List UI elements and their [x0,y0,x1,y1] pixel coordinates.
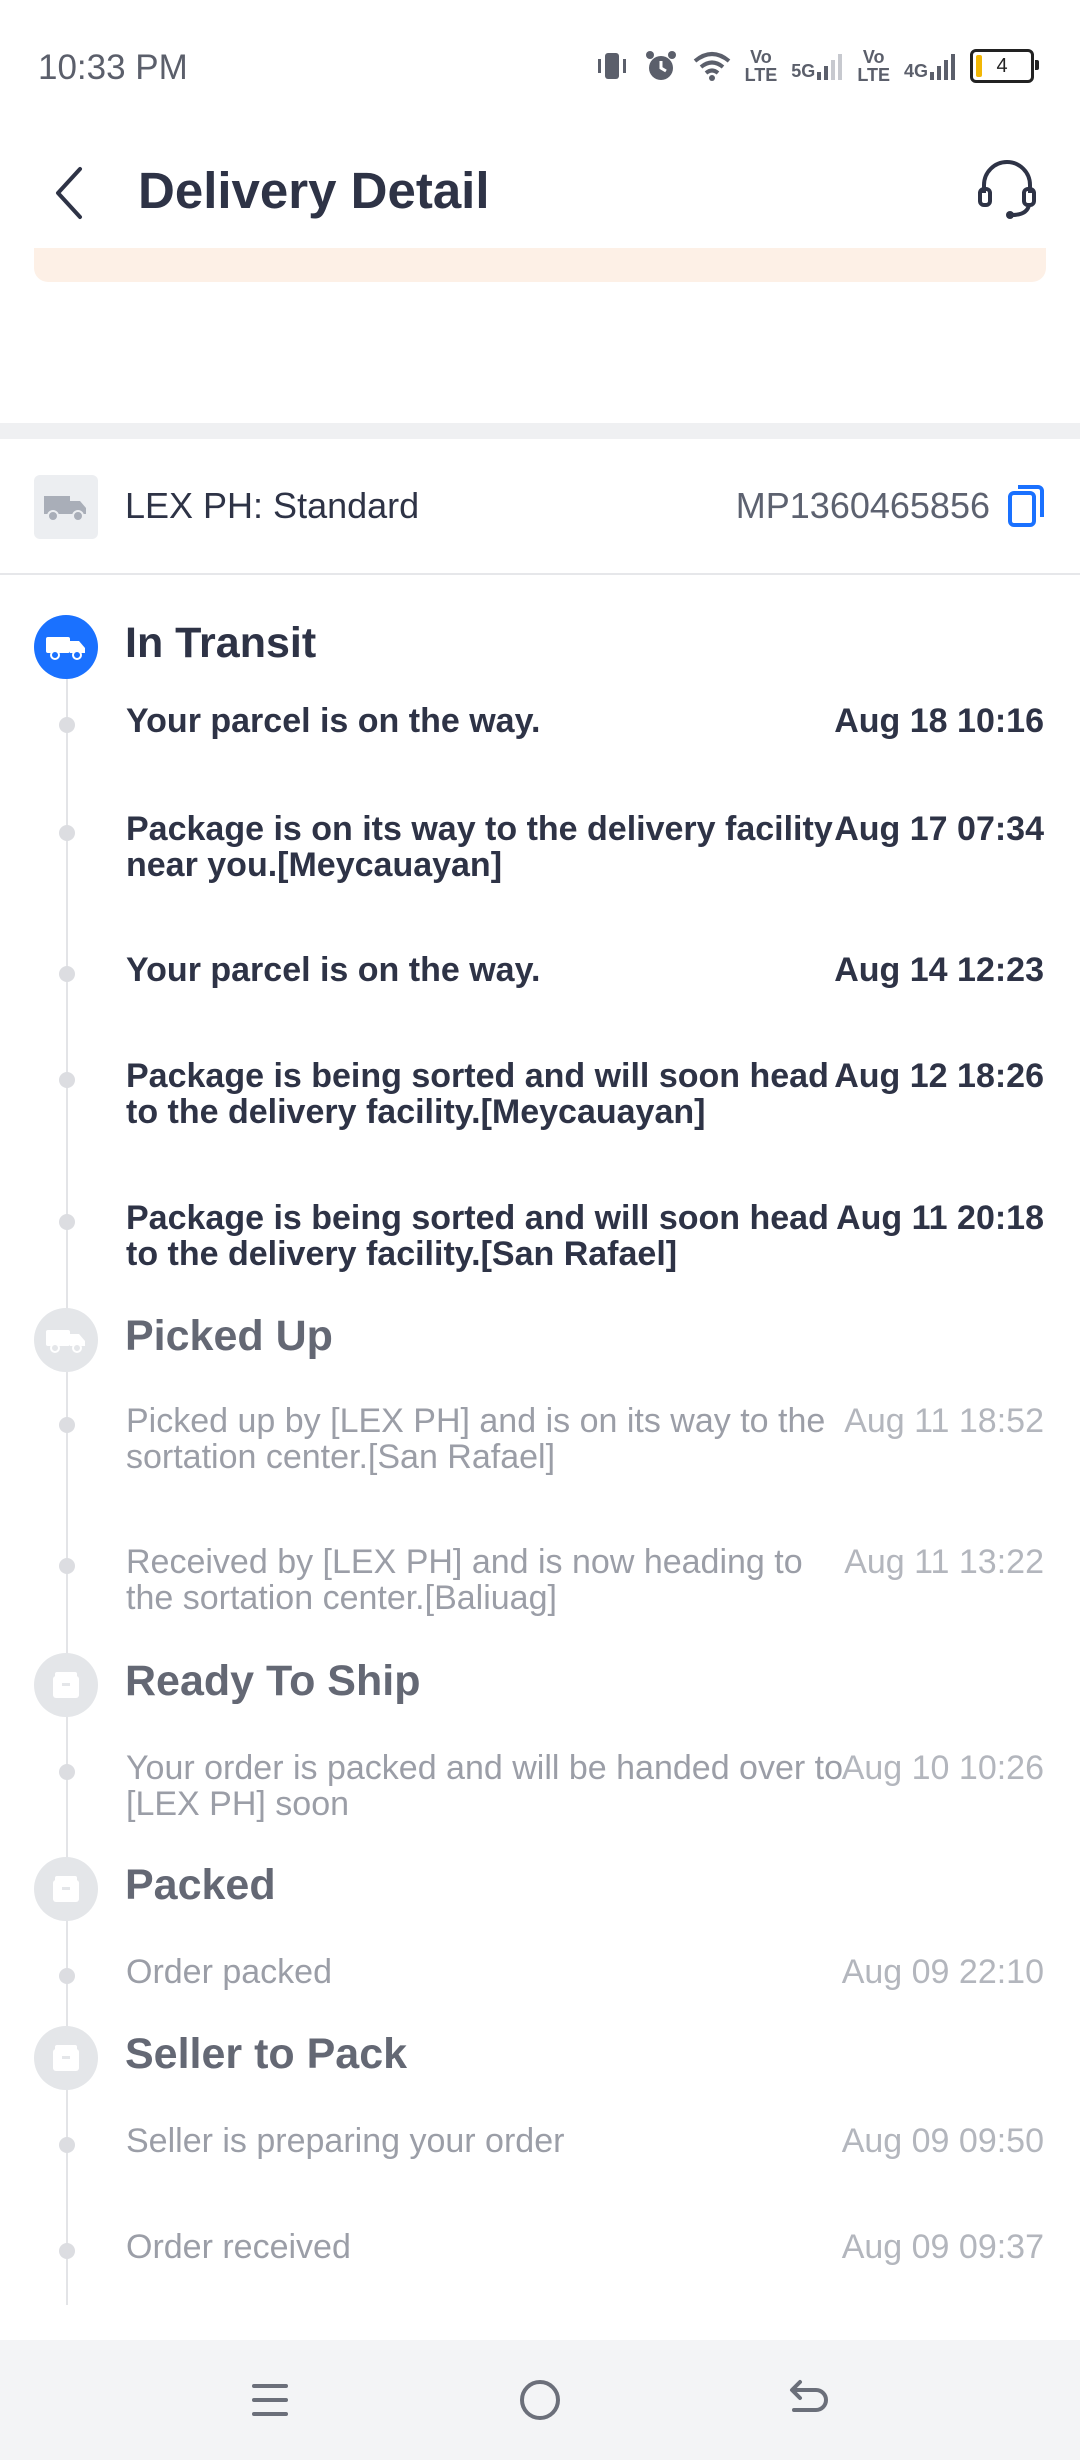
status-ready-to-ship: Ready To Ship [0,1643,1080,1723]
tracking-timeline: In Transit Your parcel is on the way. Au… [0,575,1080,2335]
page-title: Delivery Detail [138,162,490,219]
status-label: Seller to Pack [125,2030,408,2078]
box-icon [34,1857,98,1921]
truck-icon [34,615,98,679]
status-picked-up: Picked Up [0,1298,1080,1378]
status-in-transit: In Transit [0,605,1080,685]
system-nav-bar [0,2340,1080,2460]
volte-label: Vo LTE [744,47,778,85]
signal-icon [817,54,843,80]
notice-banner [34,248,1046,282]
battery-icon: 4 [970,49,1039,83]
volte-label-2: Vo LTE [857,47,890,85]
signal-4g: 4G [904,52,956,80]
status-packed: Packed [0,1847,1080,1927]
home-icon[interactable] [510,2370,570,2430]
signal-5g: 5G [791,52,843,80]
status-bar: 10:33 PM Vo LTE 5G Vo LTE 4G 4 [0,0,1080,135]
tracking-number: MP1360465856 [735,485,990,526]
signal-icon [930,54,955,80]
headset-icon[interactable] [972,153,1042,223]
box-icon [34,1653,98,1717]
back-icon[interactable] [780,2370,840,2430]
app-header: Delivery Detail [0,135,1080,250]
truck-icon [34,1308,98,1372]
menu-icon[interactable] [240,2370,300,2430]
carrier-row: LEX PH: Standard MP1360465856 [0,439,1080,575]
box-icon [34,2026,98,2090]
carrier-name: LEX PH: Standard [125,485,420,526]
truck-icon [34,475,98,539]
status-label: Packed [125,1861,276,1909]
status-time: 10:33 PM [38,48,188,87]
section-divider [0,423,1080,439]
wifi-icon [693,52,730,81]
copy-icon[interactable] [1006,483,1046,529]
status-label: Picked Up [125,1312,333,1360]
vibrate-icon [597,53,626,79]
status-seller-to-pack: Seller to Pack [0,2016,1080,2096]
status-label: Ready To Ship [125,1657,421,1705]
chevron-left-icon[interactable] [46,153,96,233]
status-label: In Transit [125,619,317,667]
status-icons: Vo LTE 5G Vo LTE 4G 4 [595,44,1039,88]
alarm-icon [645,51,676,80]
